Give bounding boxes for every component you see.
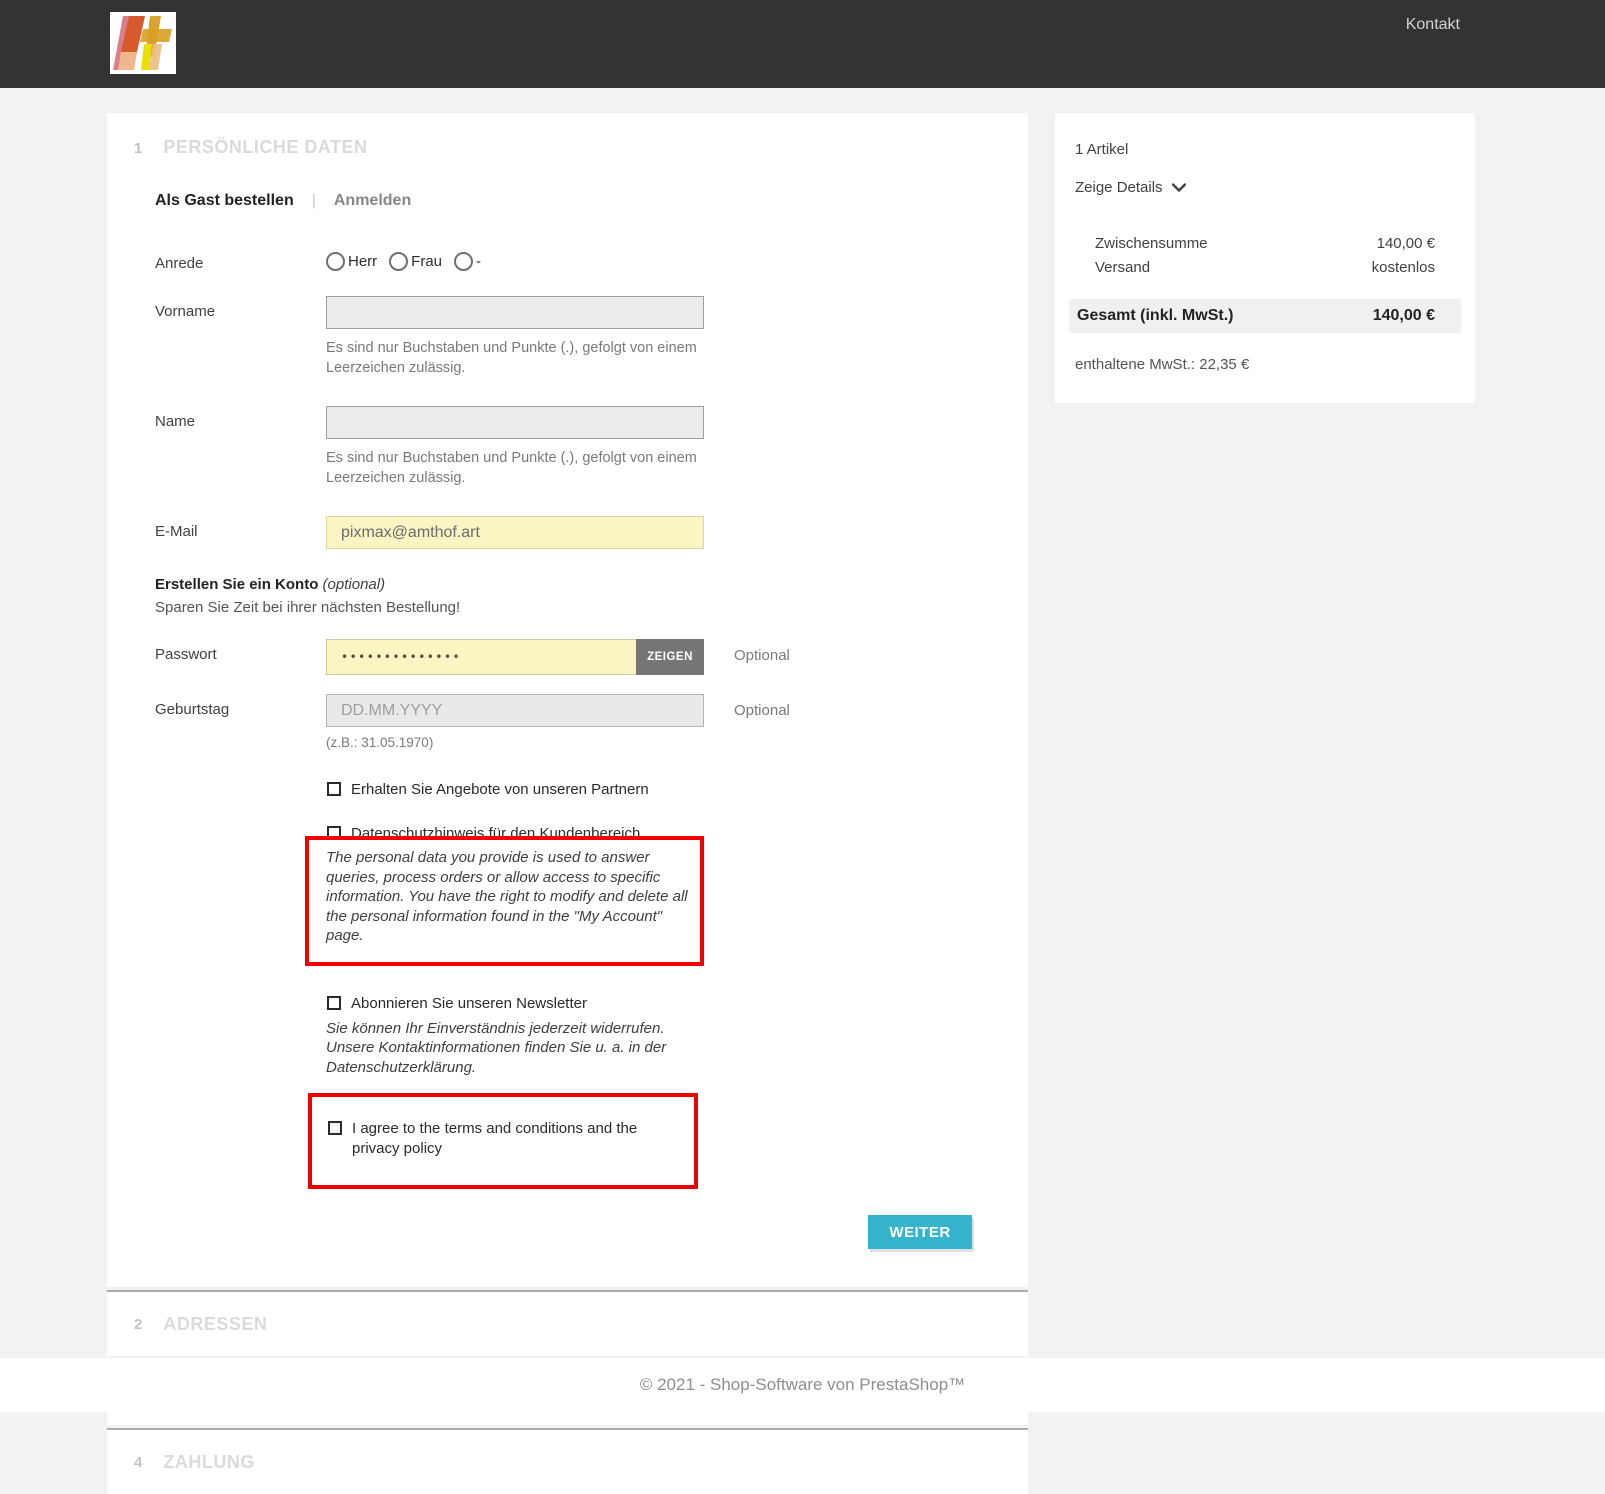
terms-row: I agree to the terms and conditions and …: [327, 1119, 684, 1159]
show-details-toggle[interactable]: Zeige Details: [1075, 179, 1475, 196]
step-addresses-section[interactable]: 2 ADRESSEN: [107, 1290, 1028, 1356]
tab-login[interactable]: Anmelden: [334, 192, 411, 210]
salutation-row: Anrede Herr Frau -: [155, 248, 1028, 272]
create-account-heading: Erstellen Sie ein Konto (optional): [155, 576, 1028, 593]
firstname-input[interactable]: [326, 296, 704, 329]
chevron-down-icon: [1171, 183, 1186, 192]
radio-herr-label: Herr: [348, 253, 378, 270]
newsletter-label: Abonnieren Sie unseren Newsletter: [351, 994, 587, 1012]
radio-frau-label: Frau: [411, 253, 443, 270]
show-password-button[interactable]: ZEIGEN: [636, 639, 704, 675]
email-row: E-Mail: [155, 516, 1028, 549]
step4-title: ZAHLUNG: [163, 1451, 255, 1472]
cart-items-count: 1 Artikel: [1075, 141, 1129, 158]
birthday-optional-label: Optional: [734, 702, 790, 719]
create-account-subtitle: Sparen Sie Zeit bei ihrer nächsten Beste…: [155, 599, 461, 616]
step2-number: 2: [134, 1315, 143, 1333]
tab-order-as-guest[interactable]: Als Gast bestellen: [155, 192, 294, 210]
show-details-label: Zeige Details: [1075, 179, 1163, 196]
firstname-hint: Es sind nur Buchstaben und Punkte (.), g…: [326, 340, 697, 376]
terms-highlight: I agree to the terms and conditions and …: [308, 1093, 698, 1189]
lastname-input[interactable]: [326, 406, 704, 439]
step-personal-data-section: 1 PERSÖNLICHE DATEN Als Gast bestellen |…: [107, 113, 1028, 1287]
subtotal-value: 140,00 €: [1376, 235, 1435, 252]
email-input[interactable]: [326, 516, 704, 549]
password-input[interactable]: [326, 639, 636, 675]
birthday-row: Geburtstag (z.B.: 31.05.1970) Optional: [155, 694, 1028, 750]
copyright-text: © 2021 - Shop-Software von PrestaShop™: [639, 1375, 966, 1394]
newsletter-note: Sie können Ihr Einverständnis jederzeit …: [326, 1019, 667, 1076]
step4-number: 4: [134, 1453, 143, 1471]
password-label: Passwort: [155, 646, 217, 663]
tab-separator: |: [311, 192, 316, 209]
step2-title: ADRESSEN: [163, 1313, 268, 1334]
total-value: 140,00 €: [1372, 307, 1435, 324]
lastname-label: Name: [155, 413, 196, 430]
firstname-row: Vorname Es sind nur Buchstaben und Punkt…: [155, 296, 1028, 378]
birthday-input[interactable]: [326, 694, 704, 727]
terms-checkbox[interactable]: [328, 1121, 342, 1135]
step1-number: 1: [134, 140, 143, 157]
subtotal-label: Zwischensumme: [1095, 235, 1208, 252]
step-payment-section[interactable]: 4 ZAHLUNG: [107, 1428, 1028, 1494]
total-row: Gesamt (inkl. MwSt.) 140,00 €: [1069, 299, 1461, 333]
partners-offers-label: Erhalten Sie Angebote von unseren Partne…: [351, 781, 649, 798]
total-label: Gesamt (inkl. MwSt.): [1077, 307, 1234, 324]
birthday-label: Geburtstag: [155, 701, 230, 718]
email-label: E-Mail: [155, 523, 198, 540]
included-tax-note: enthaltene MwSt.: 22,35 €: [1075, 356, 1250, 373]
radio-frau[interactable]: [389, 252, 409, 271]
password-optional-label: Optional: [734, 647, 790, 664]
radio-herr[interactable]: [326, 252, 345, 271]
birthday-hint: (z.B.: 31.05.1970): [326, 735, 434, 750]
shipping-row: Versand kostenlos: [1095, 256, 1435, 280]
newsletter-row: Abonnieren Sie unseren Newsletter: [326, 994, 1028, 1014]
radio-none-label: -: [476, 253, 482, 270]
top-header: Kontakt: [0, 0, 1605, 88]
radio-none[interactable]: [454, 252, 474, 271]
newsletter-checkbox[interactable]: [327, 995, 341, 1010]
lastname-row: Name Es sind nur Buchstaben und Punkte (…: [155, 406, 1028, 488]
terms-label: I agree to the terms and conditions and …: [352, 1120, 638, 1157]
lastname-hint: Es sind nur Buchstaben und Punkte (.), g…: [326, 450, 697, 486]
checkout-main: 1 PERSÖNLICHE DATEN Als Gast bestellen |…: [0, 88, 1605, 1494]
cart-summary: 1 Artikel Zeige Details Zwischensumme 14…: [1055, 113, 1475, 403]
brand-logo-icon: [113, 16, 172, 70]
password-row: Passwort ZEIGEN Optional: [155, 639, 1028, 675]
privacy-notice-note: The personal data you provide is used to…: [326, 849, 688, 944]
shipping-label: Versand: [1095, 259, 1151, 276]
partners-offers-checkbox[interactable]: [327, 782, 341, 796]
salutation-label: Anrede: [155, 255, 204, 272]
create-account-optional: (optional): [322, 576, 386, 593]
continue-button[interactable]: WEITER: [868, 1215, 972, 1249]
shop-logo[interactable]: [110, 12, 176, 74]
create-account-title: Erstellen Sie ein Konto: [155, 576, 319, 593]
page-footer: © 2021 - Shop-Software von PrestaShop™: [0, 1358, 1605, 1412]
checkout-mode-tabs: Als Gast bestellen | Anmelden: [155, 192, 1028, 210]
step1-title: PERSÖNLICHE DATEN: [163, 137, 368, 157]
privacy-note-highlight: The personal data you provide is used to…: [305, 836, 704, 966]
firstname-label: Vorname: [155, 303, 216, 320]
partners-offers-row: Erhalten Sie Angebote von unseren Partne…: [326, 780, 1028, 800]
contact-link[interactable]: Kontakt: [1406, 16, 1460, 88]
subtotal-row: Zwischensumme 140,00 €: [1095, 232, 1435, 256]
shipping-value: kostenlos: [1371, 259, 1435, 276]
